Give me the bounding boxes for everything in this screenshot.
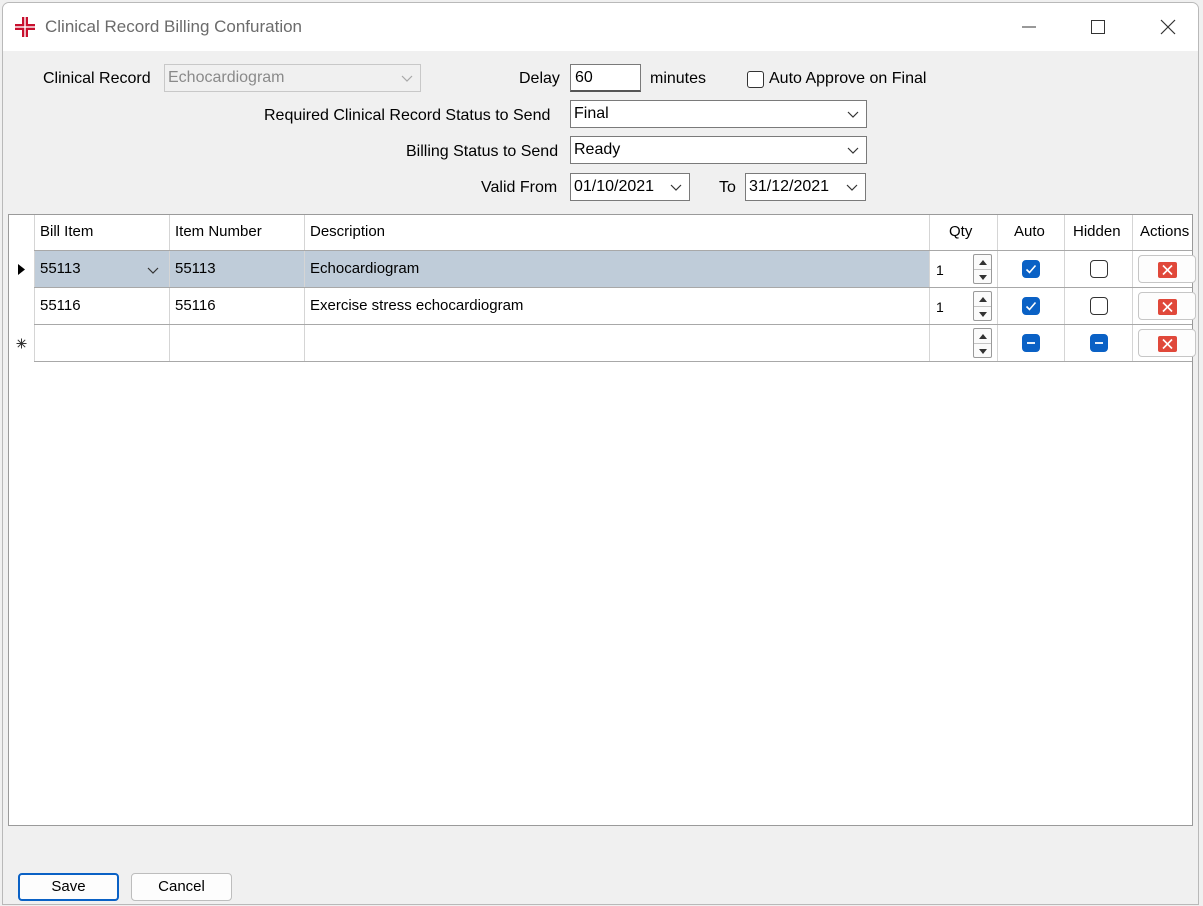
save-button[interactable]: Save [18,873,119,901]
row1-bill-item[interactable]: 55113 [40,260,81,277]
grid-line [1064,215,1065,361]
row1-description[interactable]: Echocardiogram [310,260,419,277]
billing-items-grid[interactable]: Bill Item Item Number Description Qty Au… [8,214,1196,826]
grid-line [34,287,1192,288]
clinical-record-value: Echocardiogram [168,69,285,86]
col-header-description[interactable]: Description [310,215,385,250]
grid-line [1132,215,1133,361]
required-status-value: Final [574,105,609,122]
delay-unit-label: minutes [650,70,707,87]
row1-delete-button[interactable] [1138,255,1196,283]
spin-up-icon[interactable] [974,329,991,343]
new-row-delete-button[interactable] [1138,329,1196,357]
new-row-hidden-checkbox[interactable] [1090,334,1108,352]
row2-qty[interactable]: 1 [936,299,944,315]
chevron-down-icon [847,111,859,118]
valid-from-value: 01/10/2021 [574,178,655,195]
grid-line [304,215,305,361]
col-header-bill-item[interactable]: Bill Item [40,215,93,250]
valid-to-value: 31/12/2021 [749,178,830,195]
delete-icon [1158,336,1177,352]
chevron-down-icon [847,147,859,154]
close-icon [1160,19,1176,35]
grid-line [169,215,170,361]
billing-status-value: Ready [574,141,621,158]
required-status-label: Required Clinical Record Status to Send [264,107,551,124]
minimize-icon [1022,26,1036,28]
grid-line [997,215,998,361]
valid-from-date[interactable]: 01/10/2021 [570,173,690,201]
delete-icon [1158,262,1177,278]
col-header-hidden[interactable]: Hidden [1073,215,1121,250]
row2-item-number[interactable]: 55116 [175,297,216,314]
row-pointer-icon [18,264,25,275]
grid-line [929,215,930,361]
minimize-button[interactable] [997,3,1061,51]
clinical-record-label: Clinical Record [43,70,151,87]
new-row-qty-spinner[interactable] [973,328,992,358]
row1-qty-spinner[interactable] [973,254,992,284]
spin-down-icon[interactable] [974,343,991,358]
new-row-icon [16,338,27,349]
maximize-icon [1091,20,1105,34]
row1-auto-checkbox[interactable] [1022,260,1040,278]
delay-label: Delay [519,70,560,87]
grid-line [34,215,35,361]
chevron-down-icon [401,75,413,82]
valid-from-label: Valid From [481,179,558,196]
row2-delete-button[interactable] [1138,292,1196,320]
billing-status-label: Billing Status to Send [406,143,559,160]
title-bar: Clinical Record Billing Confuration [3,3,1198,51]
cancel-button[interactable]: Cancel [131,873,232,901]
col-header-qty[interactable]: Qty [949,215,972,250]
spin-down-icon[interactable] [974,269,991,284]
spin-down-icon[interactable] [974,306,991,321]
chevron-down-icon[interactable] [147,264,159,276]
row2-description[interactable]: Exercise stress echocardiogram [310,297,523,314]
grid-line [34,250,1192,251]
col-header-actions[interactable]: Actions [1140,215,1189,250]
row2-qty-spinner[interactable] [973,291,992,321]
clinical-record-combo[interactable]: Echocardiogram [164,64,421,92]
spin-up-icon[interactable] [974,255,991,269]
new-row-auto-checkbox[interactable] [1022,334,1040,352]
spin-up-icon[interactable] [974,292,991,306]
window-title: Clinical Record Billing Confuration [45,17,303,36]
chevron-down-icon [670,184,682,191]
grid-line [34,324,1192,325]
valid-to-date[interactable]: 31/12/2021 [745,173,866,201]
grid-line [34,361,1192,362]
col-header-auto[interactable]: Auto [1014,215,1045,250]
app-cross-icon [15,17,35,37]
delete-icon [1158,299,1177,315]
dialog-window: Clinical Record Billing Confuration Clin… [2,2,1199,905]
row2-bill-item[interactable]: 55116 [40,297,81,314]
row1-hidden-checkbox[interactable] [1090,260,1108,278]
row1-qty[interactable]: 1 [936,262,944,278]
auto-approve-checkbox[interactable] [747,71,764,88]
row2-hidden-checkbox[interactable] [1090,297,1108,315]
required-status-combo[interactable]: Final [570,100,867,128]
col-header-item-number[interactable]: Item Number [175,215,262,250]
close-button[interactable] [1136,3,1198,51]
row2-auto-checkbox[interactable] [1022,297,1040,315]
auto-approve-label: Auto Approve on Final [769,70,927,87]
maximize-button[interactable] [1066,3,1130,51]
delay-input[interactable]: 60 [570,64,641,92]
billing-status-combo[interactable]: Ready [570,136,867,164]
row1-item-number[interactable]: 55113 [175,260,216,277]
chevron-down-icon [846,184,858,191]
to-label: To [719,179,736,196]
